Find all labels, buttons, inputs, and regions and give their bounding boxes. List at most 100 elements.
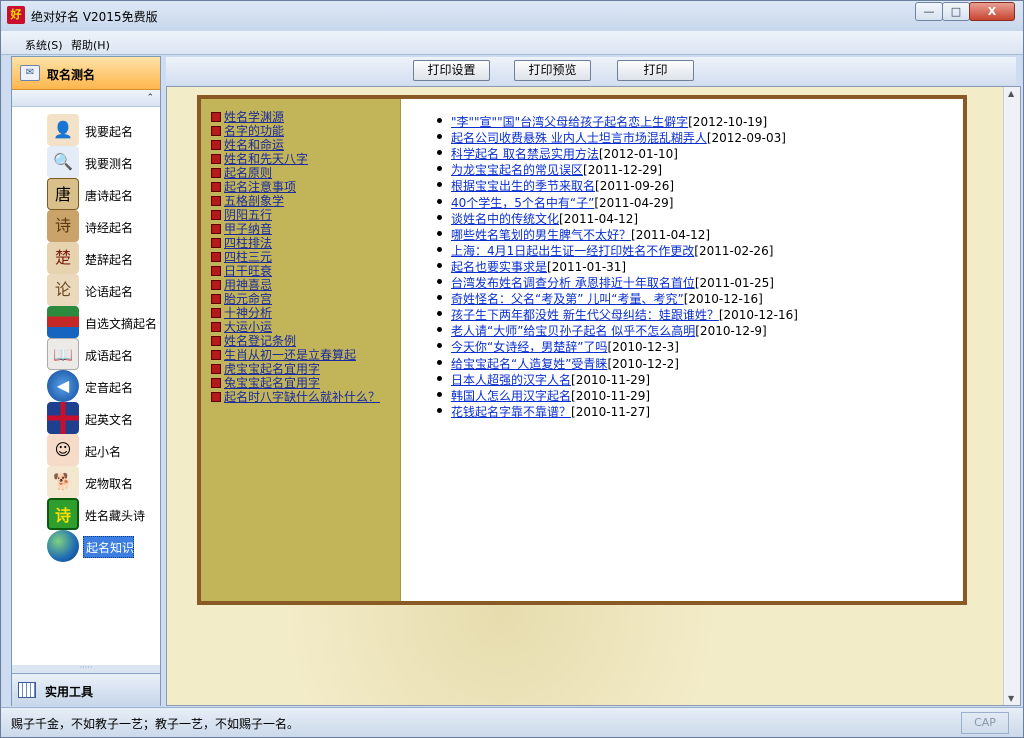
news-link[interactable]: 日本人超强的汉字人名 [451, 373, 571, 387]
bullet-dot-icon [437, 391, 442, 397]
news-item: 给宝宝起名“人造复姓”受青睐[2010-12-2] [437, 355, 679, 372]
sidebar-item-pet-name[interactable]: 🐕 宠物取名 [47, 466, 167, 498]
sidebar-item-label: 诗经起名 [85, 221, 134, 235]
news-item: 起名也要实事求是[2011-01-31] [437, 258, 626, 275]
bullet-square-icon [211, 140, 221, 150]
knowledge-link[interactable]: 起名原则 [211, 164, 272, 180]
news-link[interactable]: 起名公司收费悬殊 业内人士坦言市场混乱糊弄人 [451, 131, 707, 145]
news-link[interactable]: 给宝宝起名“人造复姓”受青睐 [451, 357, 607, 371]
sidebar-item-label: 自选文摘起名 [85, 317, 158, 331]
sidebar-item-naming-knowledge[interactable]: 起名知识 [47, 530, 167, 562]
knowledge-link[interactable]: 五格剖象学 [211, 192, 284, 208]
sidebar-item-english-name[interactable]: 起英文名 [47, 402, 167, 434]
news-item: 韩国人怎么用汉字起名[2010-11-29] [437, 387, 650, 404]
knowledge-link[interactable]: 生肖从初一还是立春算起 [211, 346, 356, 362]
news-link[interactable]: 40个学生，5个名中有“子” [451, 196, 594, 210]
knowledge-link[interactable]: 姓名登记条例 [211, 332, 296, 348]
news-link[interactable]: 起名也要实事求是 [451, 260, 547, 274]
news-link[interactable]: 孩子生下两年都没姓 新生代父母纠结：娃跟谁姓？ [451, 308, 719, 322]
status-bar: 赐子千金，不如教子一艺；教子一艺，不如赐子一名。 CAP [1, 707, 1023, 737]
knowledge-link[interactable]: 起名时八字缺什么就补什么？ [211, 388, 380, 404]
sidebar-footer-label: 实用工具 [45, 685, 94, 699]
sidebar-collapse-button[interactable]: ⌃ [12, 90, 160, 107]
maximize-button[interactable]: □ [942, 2, 970, 21]
sidebar-item-idiom[interactable]: 📖 成语起名 [47, 338, 167, 370]
sidebar-item-custom-excerpt[interactable]: 自选文摘起名 [47, 306, 167, 338]
sidebar-tools-button[interactable]: 实用工具 [12, 673, 160, 706]
news-item: 花钱起名字靠不靠谱？[2010-11-27] [437, 403, 650, 420]
sidebar-item-label: 成语起名 [85, 349, 134, 363]
news-link[interactable]: 哪些姓名笔划的男生脾气不太好？ [451, 228, 631, 242]
knowledge-link[interactable]: 日干旺衰 [211, 262, 272, 278]
knowledge-frame: 姓名学渊源 名字的功能 姓名和命运 姓名和先天八字 起名原则 起名注意事项 五格剖象学 阴阳五… [197, 95, 967, 605]
news-date: [2011-02-26] [694, 243, 774, 258]
knowledge-link[interactable]: 阴阳五行 [211, 206, 272, 222]
news-link[interactable]: 老人请“大师”给宝贝孙子起名 似乎不怎么高明 [451, 324, 695, 338]
knowledge-link[interactable]: 姓名和命运 [211, 136, 284, 152]
sidebar-item-chuci[interactable]: 楚 楚辞起名 [47, 242, 167, 274]
knowledge-link[interactable]: 用神喜忌 [211, 276, 272, 292]
news-link[interactable]: 根据宝宝出生的季节来取名 [451, 179, 595, 193]
bullet-square-icon [211, 112, 221, 122]
sidebar-item-nickname[interactable]: ☺ 起小名 [47, 434, 167, 466]
news-item: 40个学生，5个名中有“子”[2011-04-29] [437, 194, 673, 211]
sidebar-splitter[interactable]: ····· [12, 664, 160, 673]
menu-system[interactable]: 系统(S) [25, 37, 63, 53]
news-link[interactable]: 为龙宝宝起名的常见误区 [451, 163, 583, 177]
content-area: 姓名学渊源 名字的功能 姓名和命运 姓名和先天八字 起名原则 起名注意事项 五格剖象学 阴阳五… [166, 86, 1021, 706]
news-link[interactable]: 奇姓怪名：父名“考及第” 儿叫“考量、考究” [451, 292, 684, 306]
news-link[interactable]: 台湾发布姓名调查分析 承恩排近十年取名首位 [451, 276, 695, 290]
scroll-down-icon[interactable]: ▼ [1008, 694, 1014, 703]
sidebar-item-test-name[interactable]: 🔍 我要测名 [47, 146, 167, 178]
knowledge-link[interactable]: 甲子纳音 [211, 220, 272, 236]
sidebar-header-naming[interactable]: ✉ 取名测名 [12, 57, 160, 90]
sidebar-item-label: 起名知识 [83, 536, 134, 558]
sidebar-item-shijing[interactable]: 诗 诗经起名 [47, 210, 167, 242]
knowledge-link[interactable]: 胎元命宫 [211, 290, 272, 306]
news-item: 起名公司收费悬殊 业内人士坦言市场混乱糊弄人[2012-09-03] [437, 129, 786, 146]
news-item: 哪些姓名笔划的男生脾气不太好？[2011-04-12] [437, 226, 710, 243]
print-preview-button[interactable]: 打印预览 [514, 60, 591, 81]
vertical-scrollbar[interactable]: ▲ ▼ [1003, 87, 1020, 705]
bullet-square-icon [211, 392, 221, 402]
news-link[interactable]: 今天你“女诗经，男楚辞”了吗 [451, 340, 607, 354]
news-link[interactable]: 谈姓名中的传统文化 [451, 212, 559, 226]
knowledge-link[interactable]: 名字的功能 [211, 122, 284, 138]
knowledge-link[interactable]: 四柱三元 [211, 248, 272, 264]
sidebar-item-tang-poetry[interactable]: 唐 唐诗起名 [47, 178, 167, 210]
knowledge-link[interactable]: 兔宝宝起名宜用字 [211, 374, 320, 390]
close-button[interactable]: X [969, 2, 1015, 21]
sidebar-item-label: 宠物取名 [85, 477, 134, 491]
minimize-button[interactable]: — [915, 2, 943, 21]
knowledge-link[interactable]: 起名注意事项 [211, 178, 296, 194]
news-link[interactable]: "李""宣""国"台湾父母给孩子起名恋上生僻字 [451, 115, 688, 129]
news-item: 根据宝宝出生的季节来取名[2011-09-26] [437, 177, 674, 194]
news-link[interactable]: 花钱起名字靠不靠谱？ [451, 405, 571, 419]
knowledge-link[interactable]: 四柱排法 [211, 234, 272, 250]
knowledge-link[interactable]: 姓名和先天八字 [211, 150, 308, 166]
news-link[interactable]: 韩国人怎么用汉字起名 [451, 389, 571, 403]
sidebar-item-lunyu[interactable]: 论 论语起名 [47, 274, 167, 306]
scroll-up-icon[interactable]: ▲ [1008, 89, 1014, 98]
sidebar-item-acrostic-poem[interactable]: 诗 姓名藏头诗 [47, 498, 167, 530]
bullet-square-icon [211, 280, 221, 290]
print-setup-button[interactable]: 打印设置 [413, 60, 490, 81]
menu-help[interactable]: 帮助(H) [71, 37, 110, 53]
news-link[interactable]: 科学起名 取名禁忌实用方法 [451, 147, 599, 161]
news-link[interactable]: 上海：4月1日起出生证一经打印姓名不作更改 [451, 244, 694, 258]
title-bar[interactable]: 好 绝对好名 V2015免费版 — □ X [1, 1, 1023, 31]
bullet-dot-icon [437, 150, 442, 156]
print-button[interactable]: 打印 [617, 60, 694, 81]
news-date: [2010-12-2] [607, 356, 679, 371]
knowledge-link[interactable]: 十神分析 [211, 304, 272, 320]
news-date: [2012-01-10] [598, 147, 678, 162]
sidebar-item-give-name[interactable]: 👤 我要起名 [47, 114, 167, 146]
sidebar: ✉ 取名测名 ⌃ 👤 我要起名 🔍 我要测名 唐 唐诗起名 诗 诗经起名 楚 楚… [11, 56, 161, 706]
knowledge-link[interactable]: 虎宝宝起名宜用字 [211, 360, 320, 376]
knowledge-link[interactable]: 姓名学渊源 [211, 108, 284, 124]
bullet-dot-icon [437, 407, 442, 413]
bullet-square-icon [211, 196, 221, 206]
knowledge-link[interactable]: 大运小运 [211, 318, 272, 334]
sidebar-item-sound[interactable]: ◀ 定音起名 [47, 370, 167, 402]
news-item: "李""宣""国"台湾父母给孩子起名恋上生僻字[2012-10-19] [437, 113, 767, 130]
